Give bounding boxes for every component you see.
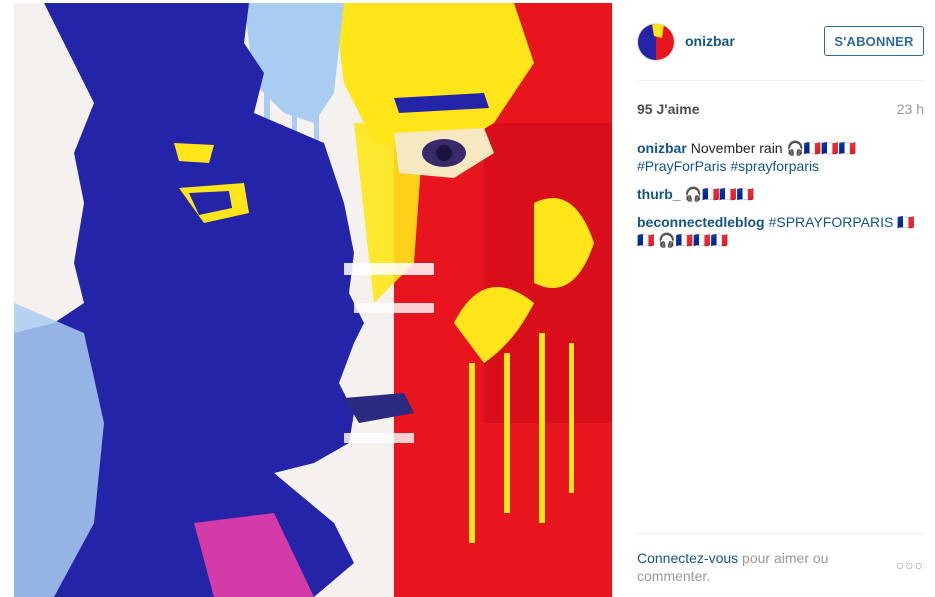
avatar[interactable] [637, 23, 675, 61]
comment-item: onizbar November rain 🎧🇫🇷🇫🇷🇫🇷 #PrayForPar… [637, 139, 927, 175]
likes-count[interactable]: 95 J'aime [637, 101, 700, 117]
left-gutter [0, 0, 14, 597]
comment-username[interactable]: beconnectedleblog [637, 214, 765, 230]
username-link[interactable]: onizbar [685, 33, 735, 49]
post-header: onizbar S'ABONNER [637, 23, 924, 63]
comment-item: thurb_ 🎧🇫🇷🇫🇷🇫🇷 [637, 185, 927, 203]
follow-button[interactable]: S'ABONNER [824, 26, 924, 56]
footer-divider [637, 533, 924, 534]
painting-graphic [14, 3, 612, 597]
comment-text: November rain 🎧🇫🇷🇫🇷🇫🇷 [690, 140, 857, 156]
post-window: onizbar S'ABONNER 95 J'aime 23 h onizbar… [0, 0, 935, 597]
post-time[interactable]: 23 h [897, 101, 924, 117]
post-sidebar: onizbar S'ABONNER 95 J'aime 23 h onizbar… [612, 3, 935, 597]
comment-item: beconnectedleblog #SPRAYFORPARIS 🇫🇷🇫🇷 🎧🇫🇷… [637, 213, 927, 249]
comments-list: onizbar November rain 🎧🇫🇷🇫🇷🇫🇷 #PrayForPar… [637, 139, 927, 259]
comment-text: 🎧🇫🇷🇫🇷🇫🇷 [684, 186, 755, 202]
header-divider [637, 80, 924, 81]
comment-username[interactable]: thurb_ [637, 186, 681, 202]
post-image[interactable] [14, 3, 612, 597]
login-prompt: Connectez-vous pour aimer ou commenter. [637, 549, 867, 585]
comment-hashtags[interactable]: #PrayForParis #sprayforparis [637, 158, 819, 174]
avatar-image [638, 24, 674, 60]
comment-username[interactable]: onizbar [637, 140, 687, 156]
login-link[interactable]: Connectez-vous [637, 550, 738, 566]
more-options-icon[interactable]: ○○○ [896, 557, 924, 573]
